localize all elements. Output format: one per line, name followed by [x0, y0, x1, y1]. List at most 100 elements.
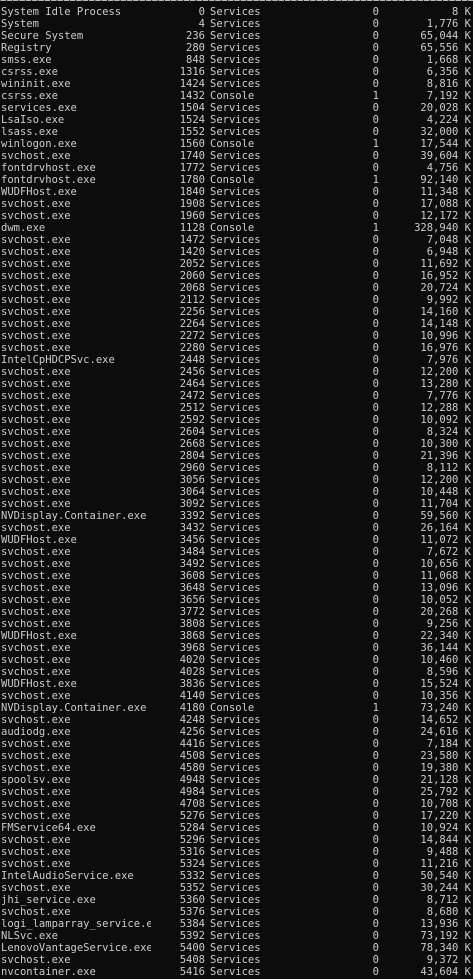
- process-session-name: Services: [210, 186, 261, 198]
- process-row: audiodg.exe 4256 Services 0 24,616 K: [0, 726, 473, 738]
- process-name: svchost.exe: [1, 666, 71, 678]
- process-row: svchost.exe 3492 Services 0 10,656 K: [0, 558, 473, 570]
- process-row: IntelCpHDCPSvc.exe 2448 Services 0 7,976 K: [0, 354, 473, 366]
- process-session-name: Services: [210, 882, 261, 894]
- process-session-number: 0: [372, 306, 379, 318]
- process-mem-usage: 14,160 K: [420, 306, 471, 318]
- process-name: svchost.exe: [1, 210, 71, 222]
- process-session-name: Console: [210, 138, 255, 150]
- process-session-name: Services: [210, 846, 261, 858]
- process-name: svchost.exe: [1, 150, 71, 162]
- process-row: svchost.exe 2112 Services 0 9,992 K: [0, 294, 473, 306]
- process-session-name: Services: [210, 642, 261, 654]
- process-name: IntelAudioService.exe: [1, 870, 134, 882]
- process-session-number: 0: [372, 966, 379, 978]
- process-session-number: 0: [372, 834, 379, 846]
- process-session-name: Services: [210, 18, 261, 30]
- process-row: svchost.exe 5276 Services 0 17,220 K: [0, 810, 473, 822]
- process-row: svchost.exe 2464 Services 0 13,280 K: [0, 378, 473, 390]
- process-session-number: 0: [372, 654, 379, 666]
- process-session-name: Services: [210, 210, 261, 222]
- process-mem-usage: 7,192 K: [426, 90, 471, 102]
- process-session-number: 0: [372, 846, 379, 858]
- process-session-number: 0: [372, 738, 379, 750]
- process-session-name: Services: [210, 810, 261, 822]
- process-session-number: 1: [372, 138, 379, 150]
- process-session-name: Services: [210, 534, 261, 546]
- process-session-number: 0: [372, 18, 379, 30]
- process-row: svchost.exe 1420 Services 0 6,948 K: [0, 246, 473, 258]
- process-pid: 3432: [179, 522, 205, 534]
- process-mem-usage: 19,380 K: [420, 762, 471, 774]
- process-session-name: Services: [210, 582, 261, 594]
- process-mem-usage: 7,048 K: [426, 234, 471, 246]
- process-mem-usage: 8,324 K: [426, 426, 471, 438]
- process-mem-usage: 12,172 K: [420, 210, 471, 222]
- process-mem-usage: 12,200 K: [420, 366, 471, 378]
- process-session-name: Services: [210, 774, 261, 786]
- process-session-number: 0: [372, 366, 379, 378]
- process-pid: 3492: [179, 558, 205, 570]
- process-session-number: 0: [372, 594, 379, 606]
- process-session-number: 0: [372, 294, 379, 306]
- process-mem-usage: 78,340 K: [420, 942, 471, 954]
- process-pid: 0: [198, 6, 205, 18]
- process-mem-usage: 20,268 K: [420, 606, 471, 618]
- process-mem-usage: 6,948 K: [426, 246, 471, 258]
- process-session-name: Services: [210, 258, 261, 270]
- process-mem-usage: 9,992 K: [426, 294, 471, 306]
- process-session-name: Services: [210, 474, 261, 486]
- process-row: svchost.exe 2060 Services 0 16,952 K: [0, 270, 473, 282]
- process-session-number: 1: [372, 702, 379, 714]
- process-row: NVDisplay.Container.exe 4180 Console 1 73,24…: [0, 702, 473, 714]
- process-row: smss.exe 848 Services 0 1,668 K: [0, 54, 473, 66]
- process-session-name: Services: [210, 498, 261, 510]
- process-session-number: 1: [372, 174, 379, 186]
- process-pid: 5376: [179, 906, 205, 918]
- process-session-number: 0: [372, 318, 379, 330]
- process-row: svchost.exe 2264 Services 0 14,148 K: [0, 318, 473, 330]
- process-name: svchost.exe: [1, 294, 71, 306]
- process-session-name: Services: [210, 198, 261, 210]
- process-mem-usage: 13,936 K: [420, 918, 471, 930]
- process-pid: 2280: [179, 342, 205, 354]
- process-pid: 3064: [179, 486, 205, 498]
- process-name: IntelCpHDCPSvc.exe: [1, 354, 115, 366]
- process-pid: 5296: [179, 834, 205, 846]
- process-name: svchost.exe: [1, 606, 71, 618]
- process-session-number: 0: [372, 54, 379, 66]
- process-session-name: Services: [210, 42, 261, 54]
- process-row: svchost.exe 2668 Services 0 10,300 K: [0, 438, 473, 450]
- process-pid: 5384: [179, 918, 205, 930]
- process-pid: 3648: [179, 582, 205, 594]
- process-session-number: 0: [372, 210, 379, 222]
- process-pid: 5316: [179, 846, 205, 858]
- process-pid: 236: [186, 30, 205, 42]
- process-row: lsass.exe 1552 Services 0 32,000 K: [0, 126, 473, 138]
- process-pid: 2448: [179, 354, 205, 366]
- process-session-name: Services: [210, 954, 261, 966]
- process-pid: 4248: [179, 714, 205, 726]
- process-row: svchost.exe 2068 Services 0 20,724 K: [0, 282, 473, 294]
- process-session-number: 0: [372, 954, 379, 966]
- process-session-number: 0: [372, 942, 379, 954]
- process-row: fontdrvhost.exe 1772 Services 0 4,756 K: [0, 162, 473, 174]
- process-name: svchost.exe: [1, 558, 71, 570]
- process-name: WUDFHost.exe: [1, 186, 77, 198]
- process-session-name: Services: [210, 714, 261, 726]
- process-session-number: 0: [372, 150, 379, 162]
- process-session-number: 0: [372, 438, 379, 450]
- process-session-name: Services: [210, 630, 261, 642]
- process-session-number: 0: [372, 798, 379, 810]
- process-pid: 2060: [179, 270, 205, 282]
- process-pid: 4580: [179, 762, 205, 774]
- process-mem-usage: 1,668 K: [426, 54, 471, 66]
- process-row: svchost.exe 5296 Services 0 14,844 K: [0, 834, 473, 846]
- process-pid: 2960: [179, 462, 205, 474]
- process-row: svchost.exe 4508 Services 0 23,580 K: [0, 750, 473, 762]
- process-session-name: Services: [210, 114, 261, 126]
- process-session-name: Services: [210, 558, 261, 570]
- process-pid: 1780: [179, 174, 205, 186]
- process-name: svchost.exe: [1, 714, 71, 726]
- process-session-number: 0: [372, 234, 379, 246]
